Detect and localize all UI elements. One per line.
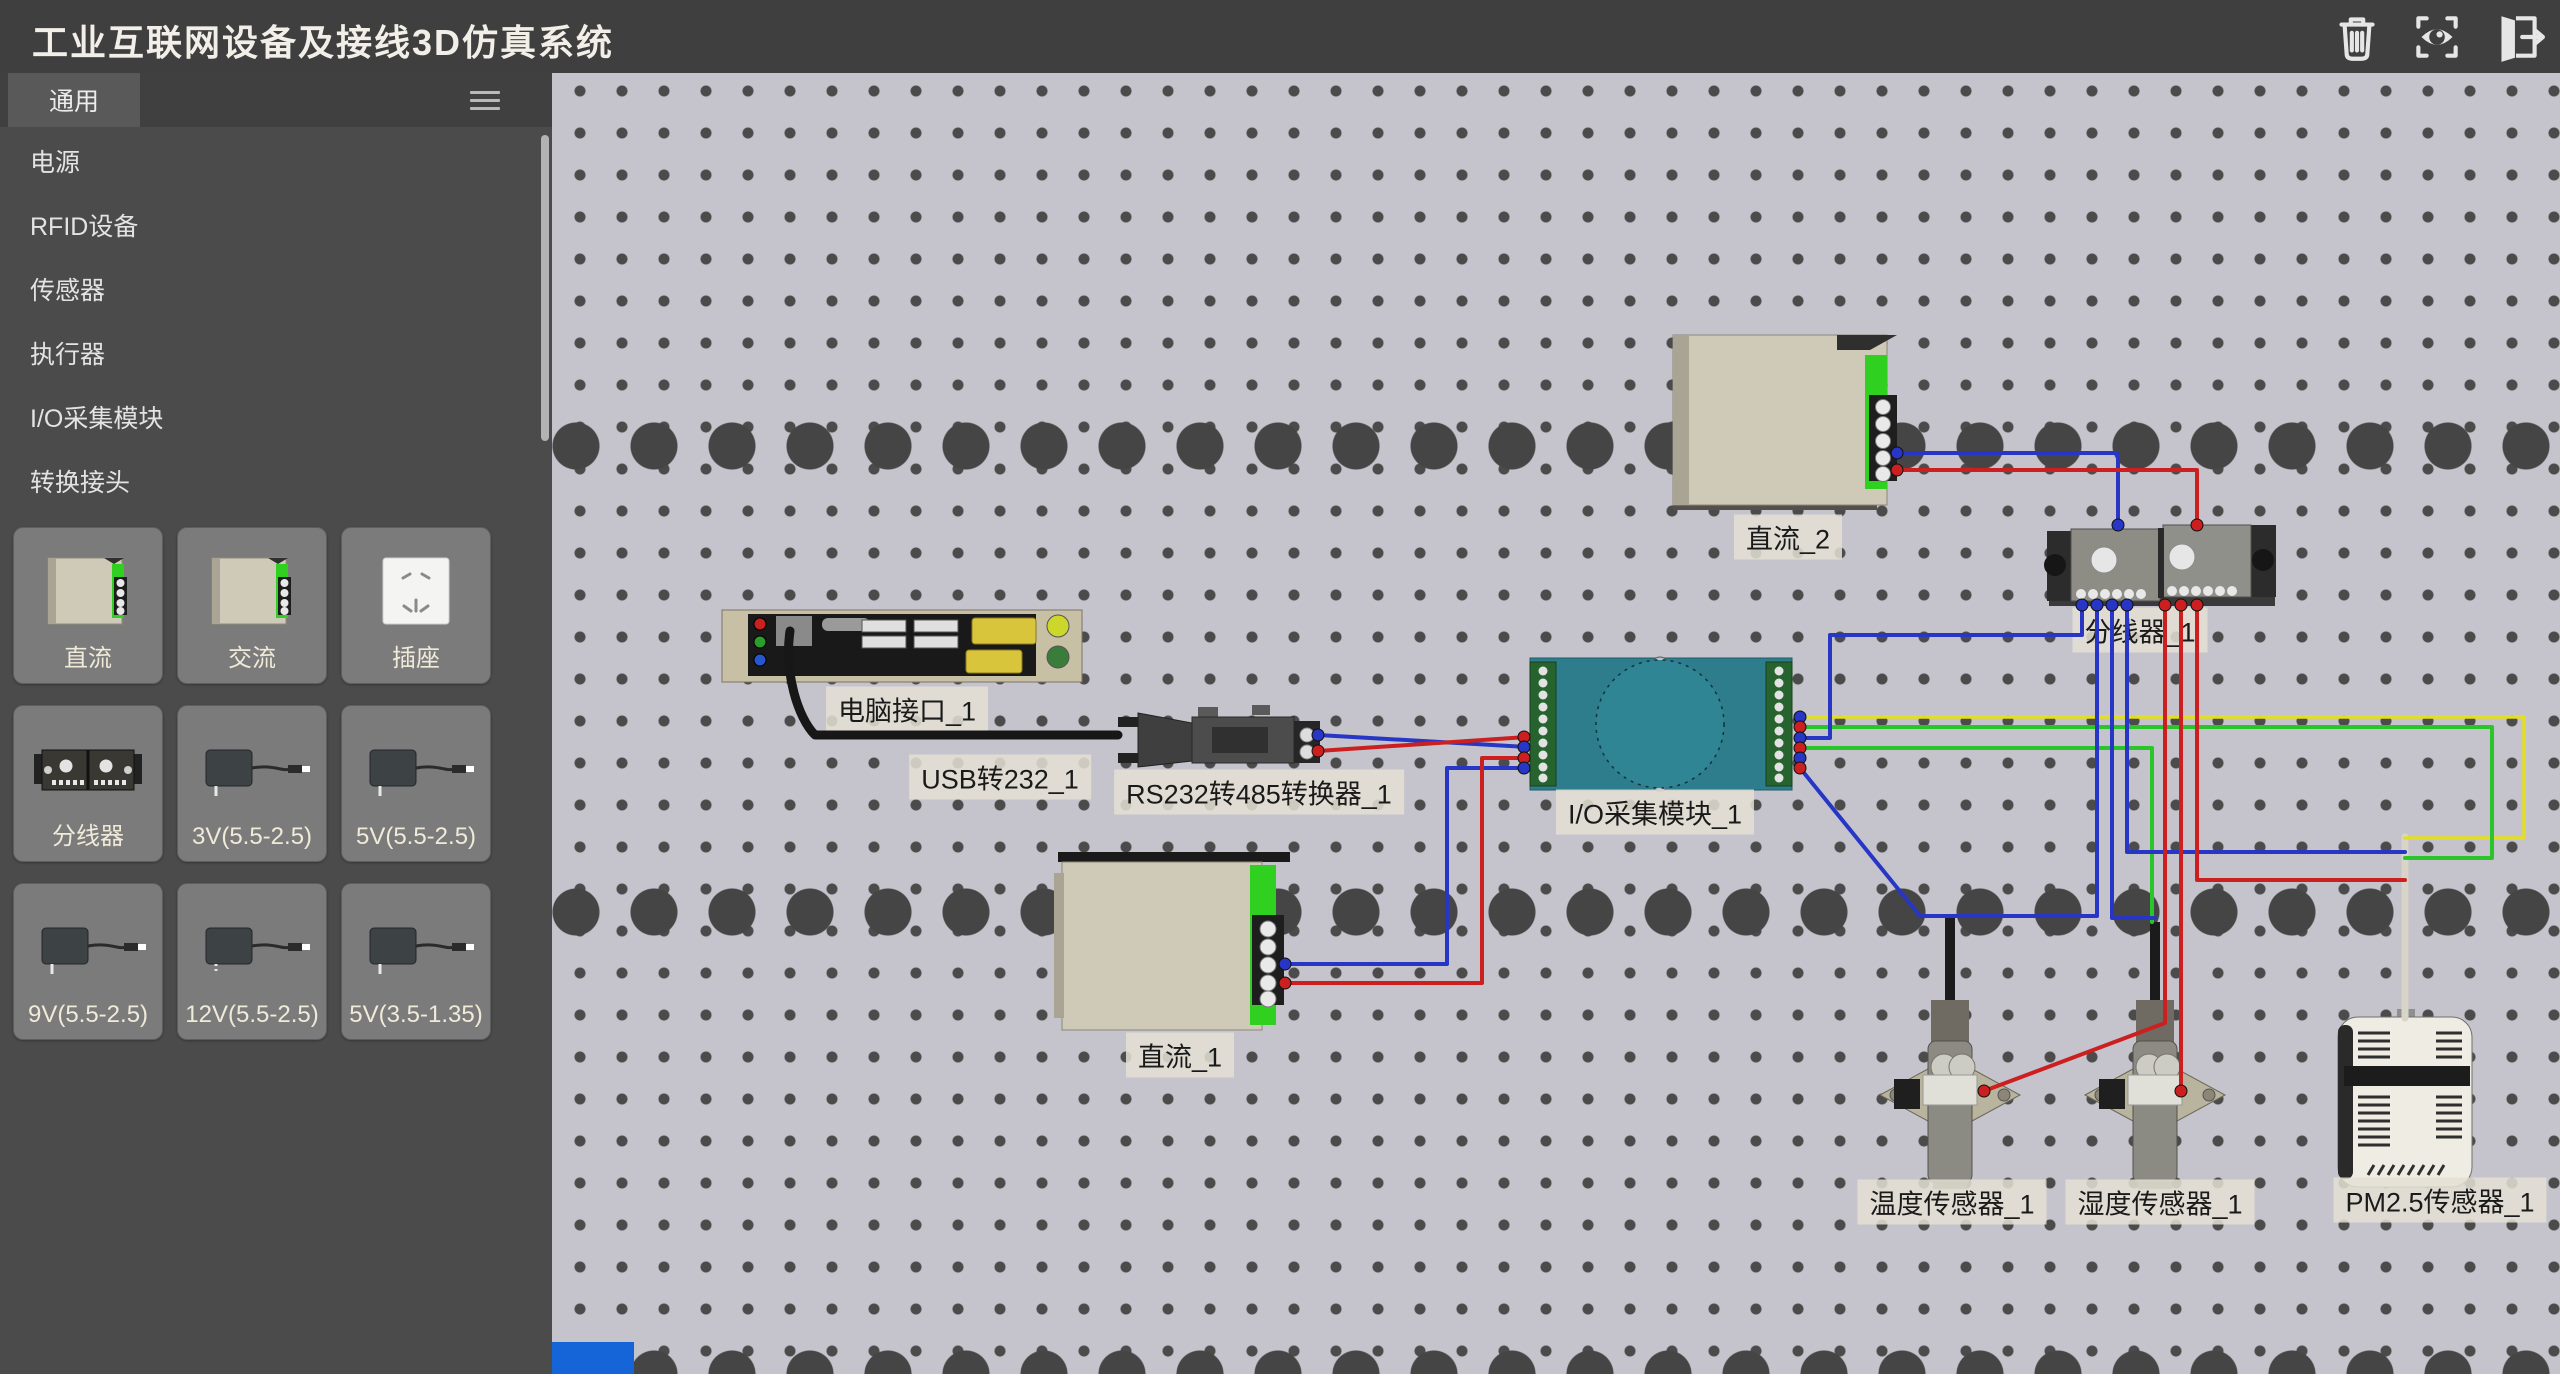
socket-icon bbox=[373, 550, 459, 636]
device-rs232-485-converter[interactable] bbox=[1118, 705, 1320, 767]
canvas-pegboard[interactable]: 直流_2 电脑接口_1 USB转232_1 RS232转485转换器_1 I/O… bbox=[552, 73, 2560, 1374]
device-dc-power-2[interactable] bbox=[1673, 335, 1897, 510]
blue-indicator bbox=[552, 1342, 634, 1374]
exit-icon[interactable] bbox=[2488, 8, 2546, 66]
splitter-icon bbox=[26, 728, 150, 814]
sidebar-header: 通用 bbox=[0, 73, 552, 127]
view-focus-icon[interactable] bbox=[2408, 8, 2466, 66]
palette-label: 交流 bbox=[178, 638, 326, 673]
palette-card-5v[interactable]: 5V(5.5-2.5) bbox=[341, 705, 491, 862]
device-dc-power-1[interactable] bbox=[1054, 852, 1290, 1030]
hamburger-icon[interactable] bbox=[470, 86, 500, 112]
app-title: 工业互联网设备及接线3D仿真系统 bbox=[32, 14, 614, 66]
device-label: PM2.5传感器_1 bbox=[2333, 1178, 2546, 1223]
palette-card-dc[interactable]: 直流 bbox=[13, 527, 163, 684]
power-adapter-icon bbox=[190, 736, 314, 806]
topbar: 工业互联网设备及接线3D仿真系统 bbox=[0, 0, 2560, 73]
device-label: 直流_2 bbox=[1734, 515, 1842, 560]
palette-label: 12V(5.5-2.5) bbox=[178, 1001, 326, 1029]
sidebar-item-sensor[interactable]: 传感器 bbox=[0, 259, 540, 323]
delete-icon[interactable] bbox=[2328, 8, 2386, 66]
palette-label: 分线器 bbox=[14, 816, 162, 851]
palette-card-splitter[interactable]: 分线器 bbox=[13, 705, 163, 862]
device-label: I/O采集模块_1 bbox=[1556, 790, 1754, 835]
palette-card-ac[interactable]: 交流 bbox=[177, 527, 327, 684]
device-temp-sensor[interactable] bbox=[1880, 916, 2020, 1189]
device-splitter[interactable] bbox=[2044, 525, 2276, 606]
ac-power-icon bbox=[202, 550, 302, 636]
power-adapter-icon bbox=[354, 914, 478, 984]
palette-label: 9V(5.5-2.5) bbox=[14, 1001, 162, 1029]
palette-card-9v[interactable]: 9V(5.5-2.5) bbox=[13, 883, 163, 1040]
palette-card-5v-135[interactable]: 5V(3.5-1.35) bbox=[341, 883, 491, 1040]
device-label: 湿度传感器_1 bbox=[2065, 1180, 2254, 1225]
device-label: 直流_1 bbox=[1126, 1033, 1234, 1078]
palette-label: 5V(3.5-1.35) bbox=[342, 1001, 490, 1029]
sidebar-item-adapter[interactable]: 转换接头 bbox=[0, 451, 540, 515]
sidebar: 通用 电源 RFID设备 传感器 执行器 I/O采集模块 转换接头 直流 bbox=[0, 73, 553, 1374]
sidebar-item-actuator[interactable]: 执行器 bbox=[0, 323, 540, 387]
dc-power-icon bbox=[38, 550, 138, 636]
device-label: USB转232_1 bbox=[909, 755, 1091, 800]
device-io-module[interactable] bbox=[1530, 657, 1792, 791]
palette-label: 3V(5.5-2.5) bbox=[178, 823, 326, 851]
sidebar-item-rfid[interactable]: RFID设备 bbox=[0, 195, 540, 259]
palette-card-12v[interactable]: 12V(5.5-2.5) bbox=[177, 883, 327, 1040]
device-label: 温度传感器_1 bbox=[1857, 1180, 2046, 1225]
power-adapter-icon bbox=[26, 914, 150, 984]
device-label: 分线器_1 bbox=[2072, 608, 2207, 653]
sidebar-item-io-module[interactable]: I/O采集模块 bbox=[0, 387, 540, 451]
device-humidity-sensor[interactable] bbox=[2085, 922, 2225, 1189]
power-adapter-icon bbox=[190, 914, 314, 984]
tab-general[interactable]: 通用 bbox=[8, 73, 140, 127]
palette-label: 插座 bbox=[342, 638, 490, 673]
sidebar-scrollbar[interactable] bbox=[541, 135, 549, 441]
category-menu: 电源 RFID设备 传感器 执行器 I/O采集模块 转换接头 bbox=[0, 131, 540, 515]
device-label: RS232转485转换器_1 bbox=[1114, 770, 1404, 815]
sidebar-item-power[interactable]: 电源 bbox=[0, 131, 540, 195]
device-label: 电脑接口_1 bbox=[826, 687, 988, 732]
device-palette: 直流 交流 插座 bbox=[13, 527, 493, 1040]
device-pm25-sensor[interactable] bbox=[2338, 1009, 2472, 1187]
palette-card-3v[interactable]: 3V(5.5-2.5) bbox=[177, 705, 327, 862]
palette-card-socket[interactable]: 插座 bbox=[341, 527, 491, 684]
power-adapter-icon bbox=[354, 736, 478, 806]
palette-label: 5V(5.5-2.5) bbox=[342, 823, 490, 851]
palette-label: 直流 bbox=[14, 638, 162, 673]
topbar-icons bbox=[2328, 8, 2546, 66]
device-pc-interface[interactable] bbox=[722, 610, 1082, 682]
